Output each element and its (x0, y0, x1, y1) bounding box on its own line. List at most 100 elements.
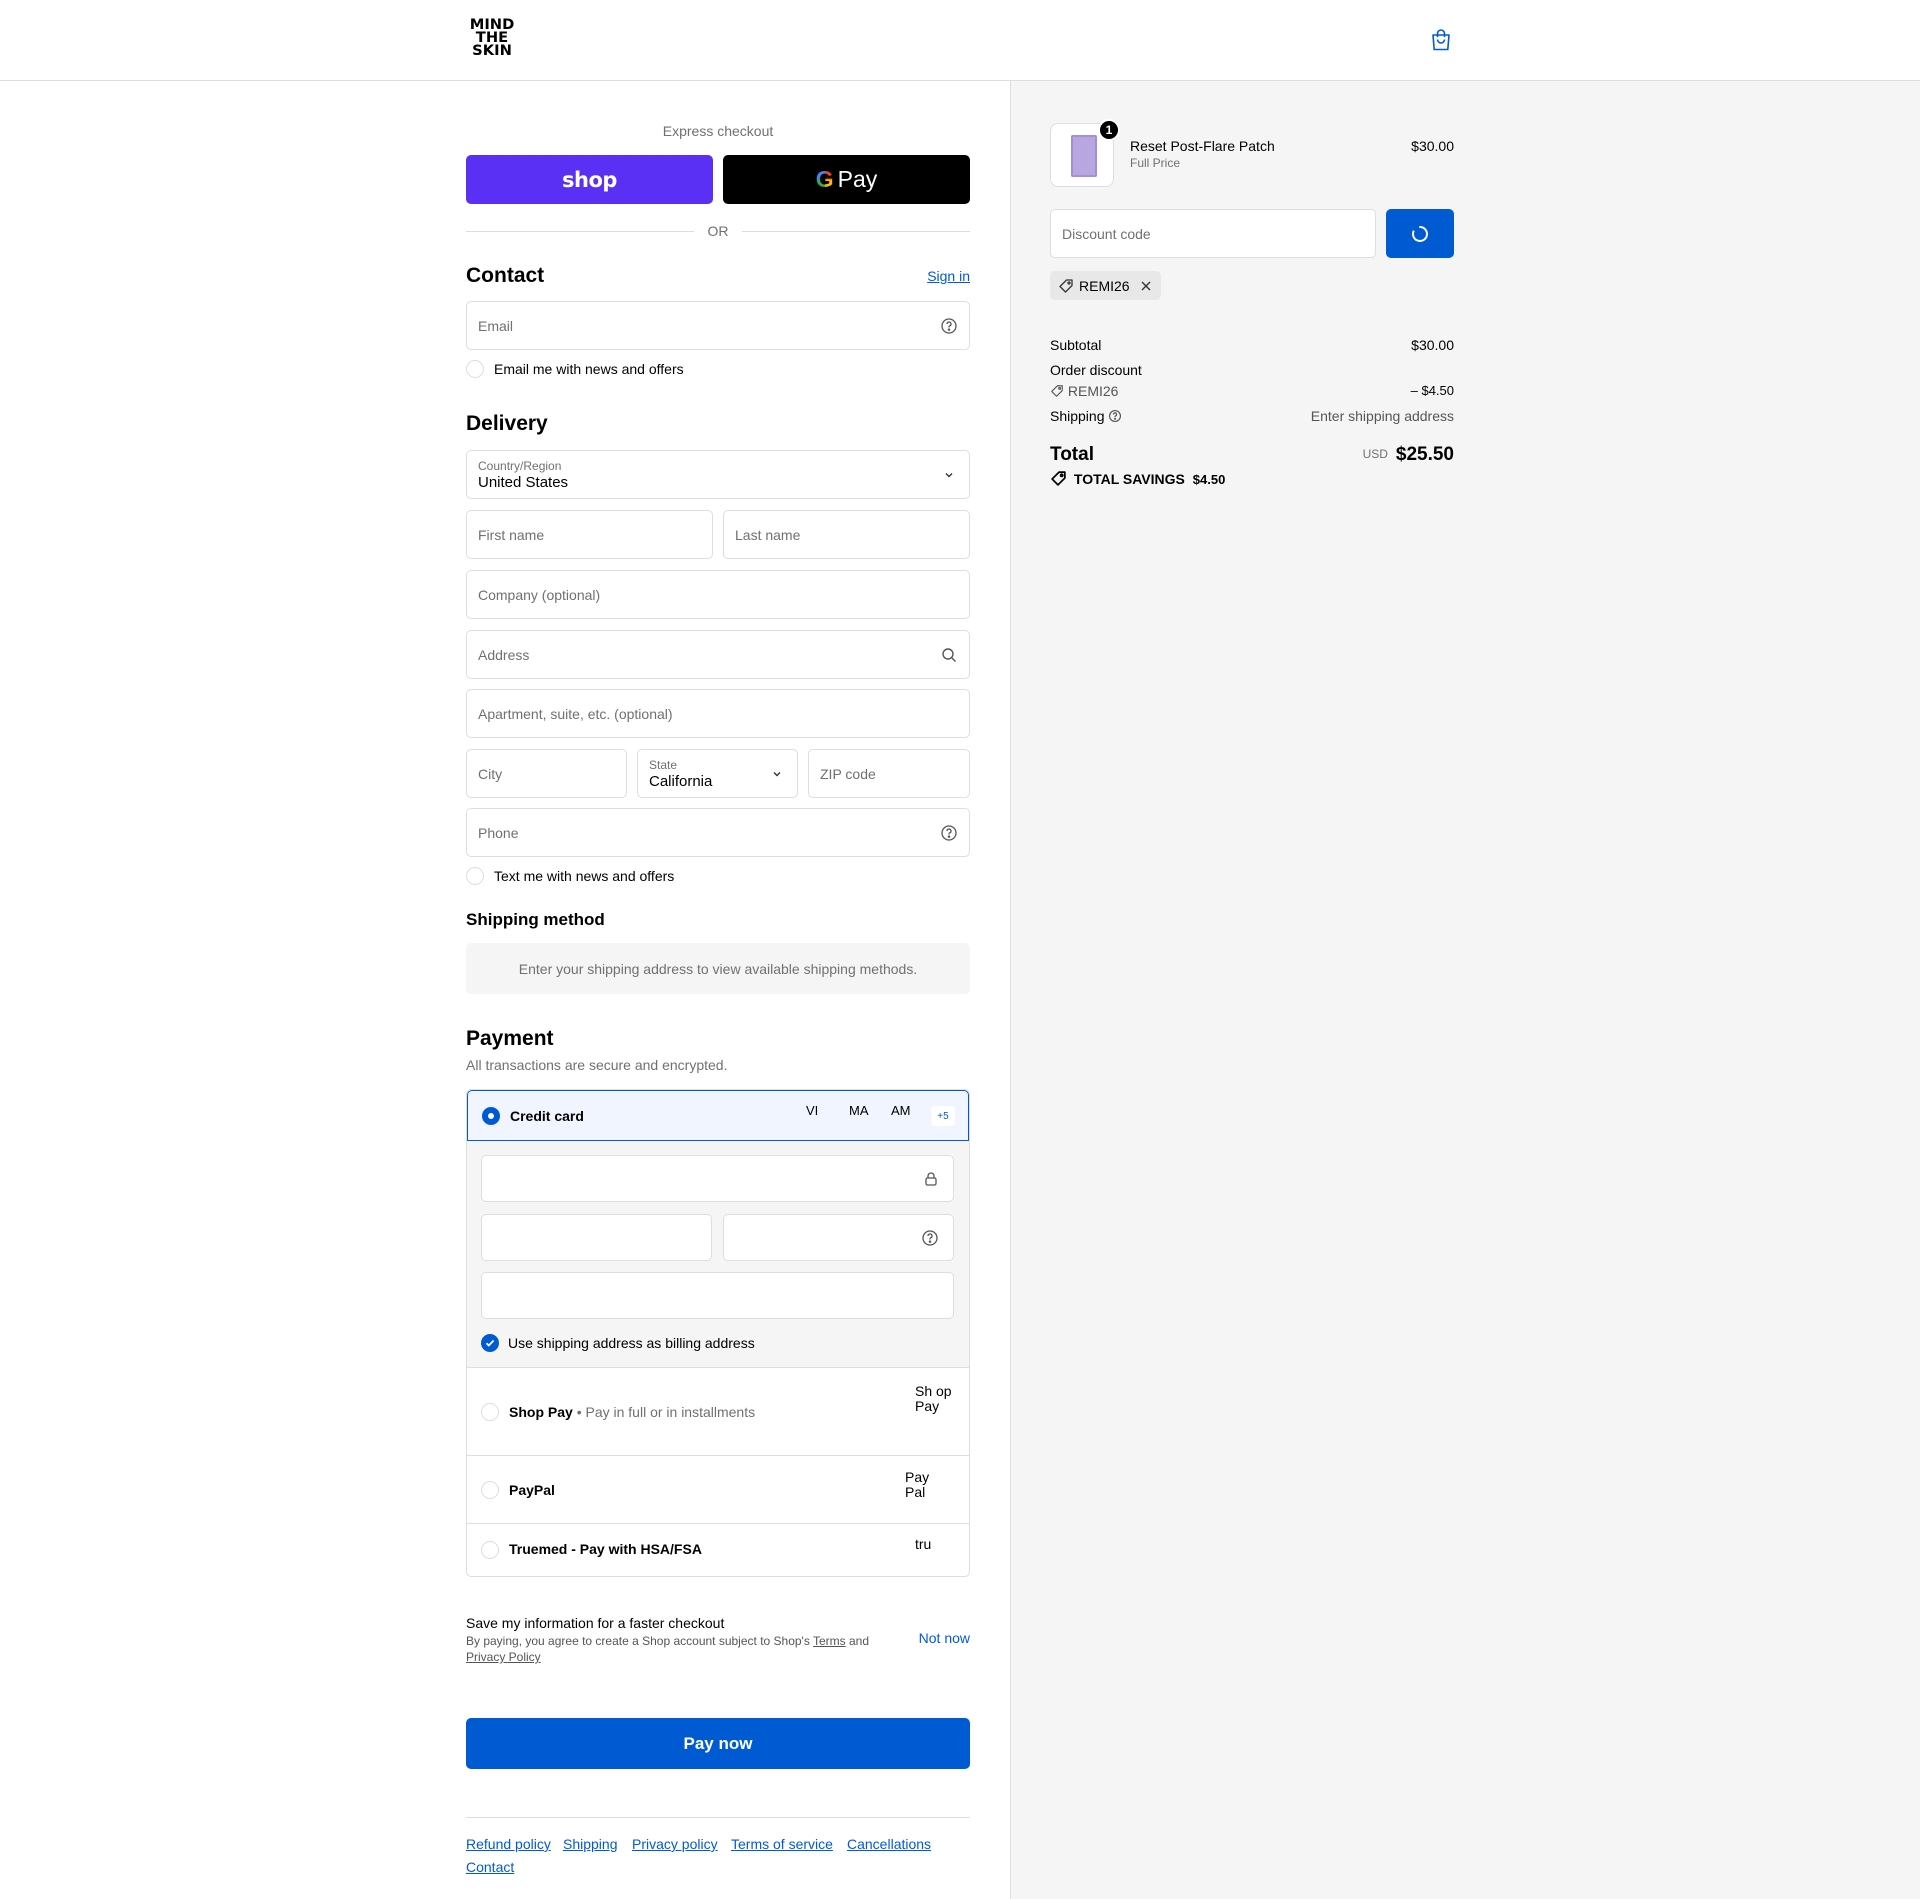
text-news-checkbox[interactable] (466, 867, 484, 885)
truemed-option[interactable]: Truemed - Pay with HSA/FSA tru (467, 1524, 969, 1576)
total-savings-value: $4.50 (1192, 472, 1226, 487)
shipping-value: Enter shipping address (1310, 408, 1454, 424)
help-circle-icon[interactable] (940, 317, 958, 335)
chevron-down-icon (773, 772, 781, 777)
discount-detail-row: REMI26 – $4.50 (1050, 383, 1454, 399)
zip-field[interactable]: ZIP code (808, 749, 970, 798)
terms-link[interactable]: Terms (813, 1634, 846, 1648)
privacy-policy-link[interactable]: Privacy Policy (466, 1650, 541, 1664)
product-name: Reset Post-Flare Patch (1130, 138, 1275, 154)
city-field[interactable]: City (466, 749, 627, 798)
shop-pay-option[interactable]: Shop Pay • Pay in full or in installment… (467, 1368, 969, 1456)
order-discount-row: Order discount (1050, 362, 1454, 378)
product-price: $30.00 (1411, 138, 1454, 154)
card-number-field[interactable] (481, 1155, 954, 1202)
truemed-radio[interactable] (481, 1541, 499, 1559)
zip-placeholder: ZIP code (820, 766, 876, 782)
sign-in-link[interactable]: Sign in (927, 268, 970, 284)
refund-policy-link[interactable]: Refund policy (466, 1836, 551, 1852)
header: MIND THE SKIN (0, 0, 1920, 81)
country-value: United States (478, 474, 569, 491)
amex-alt-text: AM EX (891, 1104, 911, 1118)
first-name-placeholder: First name (478, 527, 545, 543)
card-expiry-field[interactable] (481, 1214, 712, 1261)
discount-code-input[interactable]: Discount code (1050, 209, 1376, 258)
apartment-field[interactable]: Apartment, suite, etc. (optional) (466, 689, 970, 738)
paypal-option[interactable]: PayPal Pay Pal (467, 1456, 969, 1524)
shipping-label: Shipping (1050, 408, 1105, 424)
discount-placeholder: Discount code (1062, 226, 1151, 242)
truemed-logo: tru (915, 1537, 955, 1555)
company-placeholder: Company (optional) (478, 587, 601, 603)
google-pay-button[interactable]: G Pay (723, 155, 970, 204)
billing-same-checkbox-row[interactable]: Use shipping address as billing address (481, 1334, 755, 1352)
email-news-checkbox[interactable] (466, 360, 484, 378)
text-news-checkbox-row[interactable]: Text me with news and offers (466, 867, 674, 885)
credit-card-label: Credit card (510, 1108, 584, 1124)
email-field[interactable]: Email (466, 301, 970, 350)
order-discount-label: Order discount (1050, 362, 1142, 378)
shop-pay-radio[interactable] (481, 1403, 499, 1421)
search-icon (942, 648, 956, 662)
phone-placeholder: Phone (478, 825, 519, 841)
shipping-method-info: Enter your shipping address to view avai… (466, 943, 970, 994)
paypal-radio[interactable] (481, 1481, 499, 1499)
credit-card-option[interactable]: Credit card VI SA MA STER AM EX +5 (467, 1090, 969, 1141)
not-now-button[interactable]: Not now (919, 1630, 970, 1646)
apply-discount-button[interactable] (1386, 209, 1454, 258)
email-news-checkbox-row[interactable]: Email me with news and offers (466, 360, 684, 378)
card-name-field[interactable] (481, 1272, 954, 1319)
logo-line-3: SKIN (472, 43, 512, 59)
payment-heading: Payment (466, 1027, 554, 1050)
shop-pay-logo: Sh op Pay (915, 1384, 955, 1414)
privacy-policy-footer-link[interactable]: Privacy policy (632, 1836, 718, 1852)
truemed-label: Truemed - Pay with HSA/FSA (509, 1541, 702, 1557)
text-news-label: Text me with news and offers (494, 868, 675, 884)
cancellations-link[interactable]: Cancellations (847, 1836, 931, 1852)
help-circle-icon[interactable] (940, 824, 958, 842)
applied-discount-chip: REMI26 (1050, 271, 1161, 300)
phone-field[interactable]: Phone (466, 808, 970, 857)
card-details-area: Use shipping address as billing address (467, 1141, 969, 1368)
shop-pay-express-button[interactable]: shop (466, 155, 713, 204)
paypal-label: PayPal (509, 1482, 555, 1498)
city-placeholder: City (478, 766, 503, 782)
express-checkout-title: Express checkout (662, 123, 774, 139)
tag-icon (1051, 385, 1063, 397)
pay-now-button[interactable]: Pay now (466, 1718, 970, 1769)
country-select[interactable]: Country/Region United States (466, 450, 970, 499)
contact-heading: Contact (466, 264, 545, 287)
total-amount: USD $25.50 (1363, 444, 1454, 466)
lock-icon (925, 1172, 937, 1186)
help-circle-icon[interactable] (1108, 409, 1122, 423)
mastercard-alt-text: MA STER (849, 1104, 884, 1118)
company-field[interactable]: Company (optional) (466, 570, 970, 619)
store-logo[interactable]: MIND THE SKIN (465, 18, 520, 61)
address-field[interactable]: Address (466, 630, 970, 679)
credit-card-radio[interactable] (482, 1107, 500, 1125)
card-cvv-field[interactable] (723, 1214, 954, 1261)
help-circle-icon[interactable] (921, 1229, 939, 1247)
subtotal-row: Subtotal $30.00 (1050, 337, 1454, 353)
amex-logo: AM EX (891, 1104, 923, 1118)
first-name-field[interactable]: First name (466, 510, 713, 559)
shop-pay-option-label: Shop Pay • Pay in full or in installment… (509, 1404, 755, 1420)
country-label: Country/Region (478, 459, 562, 473)
visa-alt-text: VI SA (806, 1104, 823, 1118)
shopping-bag-icon[interactable] (1430, 28, 1452, 52)
shipping-row: Shipping Enter shipping address (1050, 408, 1454, 424)
close-icon[interactable] (1139, 279, 1153, 293)
last-name-field[interactable]: Last name (723, 510, 970, 559)
shipping-method-heading: Shipping method (466, 910, 605, 929)
contact-link[interactable]: Contact (466, 1859, 514, 1875)
apartment-placeholder: Apartment, suite, etc. (optional) (478, 706, 673, 722)
legal-text: By paying, you agree to create a Shop ac… (466, 1634, 810, 1648)
discount-amount: – $4.50 (1410, 383, 1454, 398)
billing-same-checkbox[interactable] (481, 1334, 499, 1352)
state-select[interactable]: State California (637, 749, 798, 798)
google-g-icon: G (815, 166, 834, 192)
footer-divider (466, 1817, 970, 1818)
shipping-policy-link[interactable]: Shipping (563, 1836, 618, 1852)
discount-detail-code: REMI26 (1067, 383, 1119, 399)
terms-of-service-link[interactable]: Terms of service (731, 1836, 833, 1852)
